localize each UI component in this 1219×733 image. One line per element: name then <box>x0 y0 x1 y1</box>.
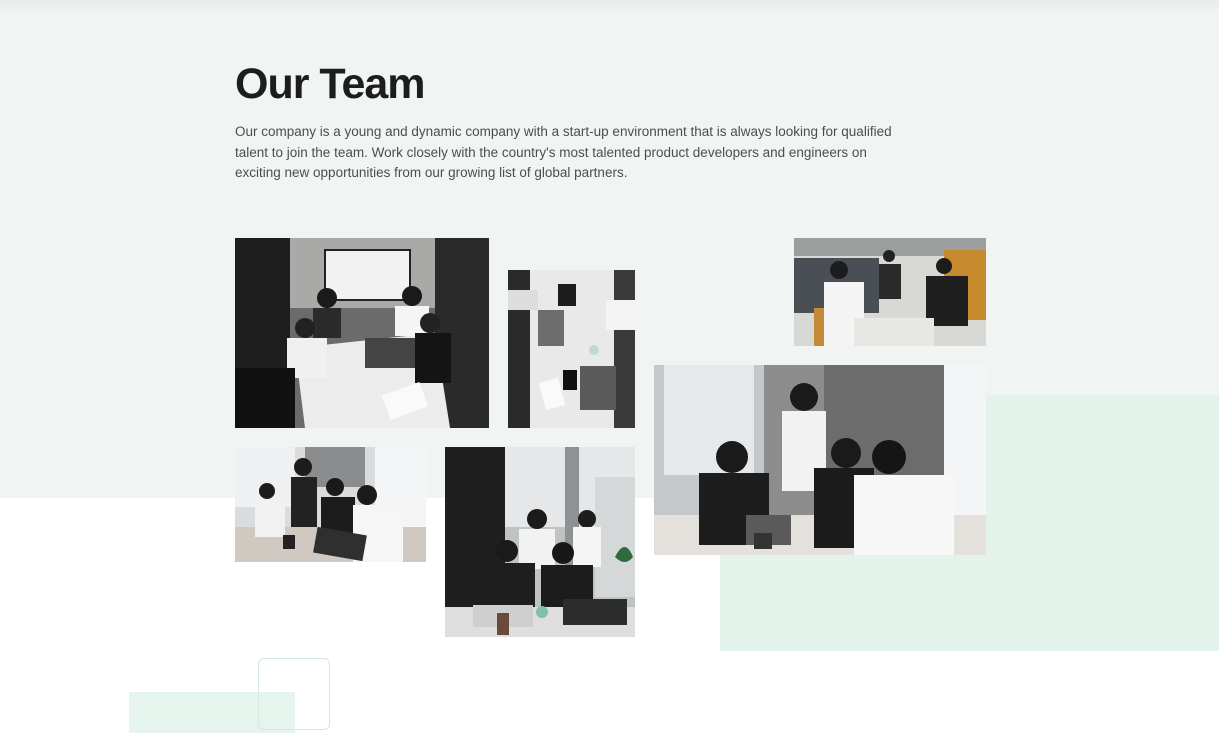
decorative-outline-square <box>258 658 330 730</box>
section-title: Our Team <box>235 60 426 108</box>
team-photo-laptop-review <box>235 447 426 562</box>
team-photo-top-down-laptops <box>508 270 635 428</box>
team-photo-lounge-handshake <box>794 238 986 346</box>
header-shadow <box>0 0 1219 14</box>
team-photo-discussion-phone <box>654 365 986 555</box>
section-description: Our company is a young and dynamic compa… <box>235 124 892 180</box>
team-photo-desk-group <box>445 447 635 637</box>
team-photo-meeting-table <box>235 238 489 428</box>
